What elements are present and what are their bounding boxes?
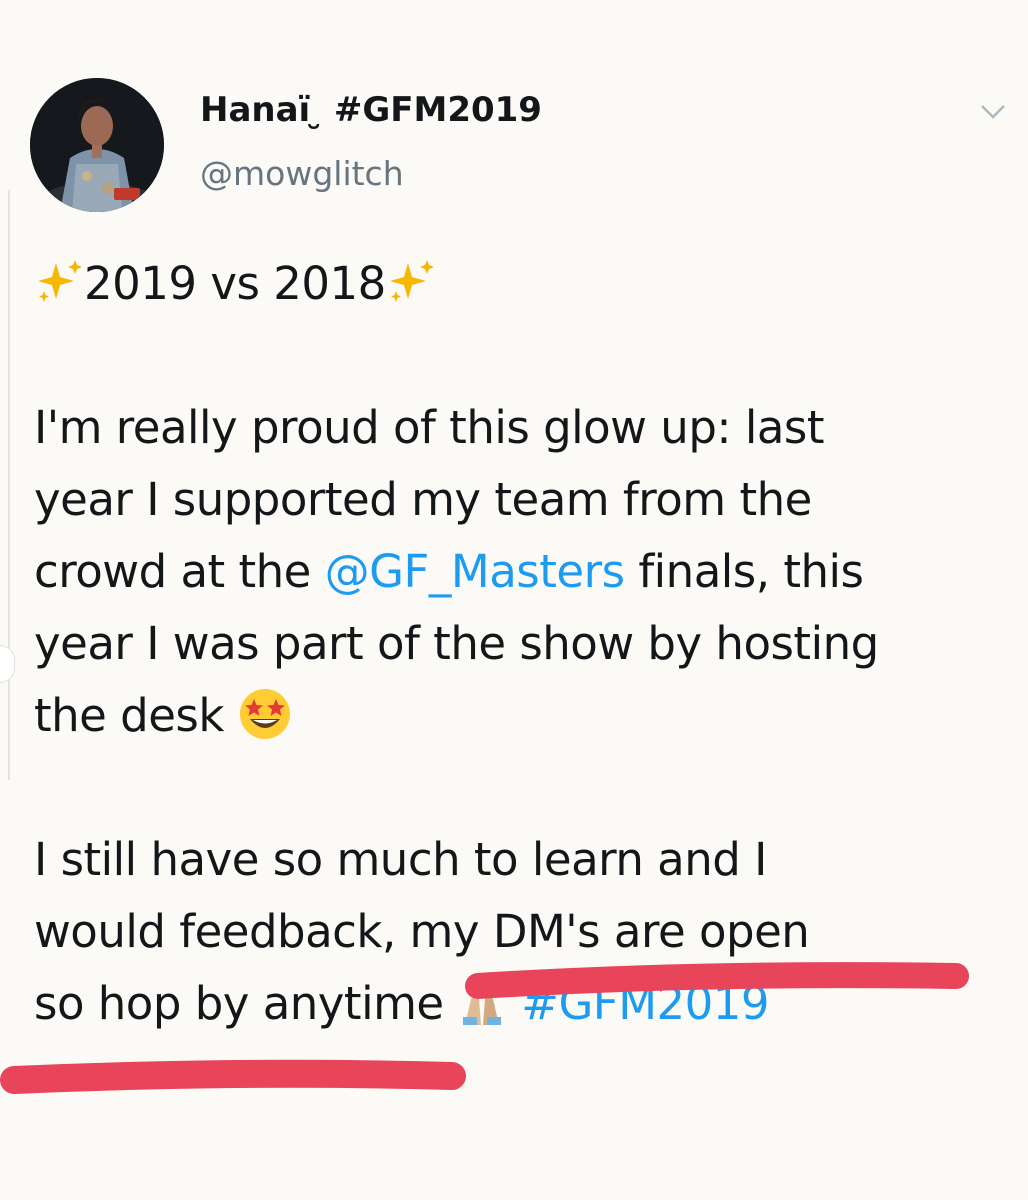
folded-hands-icon — [463, 996, 502, 1025]
tweet-line: the desk — [34, 680, 1014, 752]
display-name[interactable]: Hanaï ̮ #GFM2019 — [200, 90, 542, 130]
tweet-line: I'm really proud of this glow up: last — [34, 401, 825, 454]
page-edge-handle — [0, 645, 15, 683]
underline-annotation — [0, 1059, 466, 1094]
tweet-line: I still have so much to learn and I — [34, 833, 767, 886]
sparkles-icon — [389, 260, 434, 302]
tweet-title: 2019 vs 2018 — [84, 257, 386, 310]
chevron-down-icon[interactable] — [978, 100, 1008, 124]
avatar[interactable] — [30, 78, 164, 212]
avatar-image — [30, 78, 164, 212]
tweet-line: so hop by anytime #GFM2019 — [34, 968, 1014, 1040]
hashtag-link[interactable]: #GFM2019 — [521, 977, 769, 1030]
thread-line — [8, 190, 10, 780]
tweet-title-line: 2019 vs 2018 — [34, 248, 1014, 320]
mention-link[interactable]: @GF_Masters — [325, 545, 625, 598]
tweet-line-text: so hop by anytime — [34, 977, 444, 1030]
tweet-text: 2019 vs 2018 I'm really proud of this gl… — [34, 248, 1014, 1040]
user-handle[interactable]: @mowglitch — [200, 154, 404, 194]
tweet-line: year I supported my team from the — [34, 473, 812, 526]
tweet-line-text: finals, this — [624, 545, 864, 598]
tweet-line-text: crowd at the — [34, 545, 325, 598]
star-struck-icon — [239, 689, 290, 739]
tweet-line-text: the desk — [34, 689, 224, 742]
tweet-line: crowd at the @GF_Masters finals, this — [34, 536, 1014, 608]
sparkles-icon — [38, 260, 82, 302]
tweet-line: would feedback, my DM's are open — [34, 905, 810, 958]
tweet-line: year I was part of the show by hosting — [34, 617, 879, 670]
